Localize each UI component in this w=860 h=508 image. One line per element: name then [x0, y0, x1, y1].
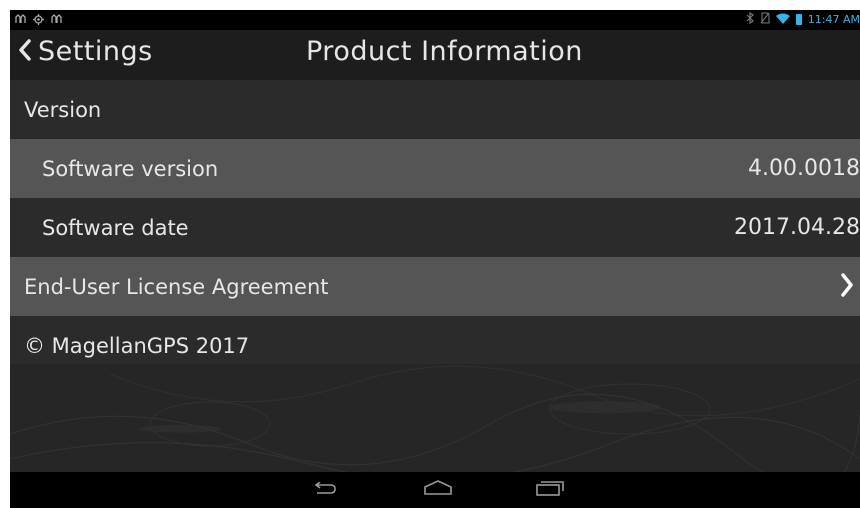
topographic-background: [10, 364, 860, 490]
battery-icon: [795, 14, 802, 25]
device-screen: 11:47 AM Settings Product Information Ve…: [10, 10, 860, 508]
software-date-value: 2017.04.28: [734, 215, 860, 240]
status-time: 11:47 AM: [807, 13, 860, 26]
nav-back-button[interactable]: [304, 478, 344, 502]
eula-row[interactable]: End-User License Agreement: [10, 257, 860, 316]
recents-icon: [535, 480, 565, 500]
version-section-label: Version: [24, 97, 102, 122]
copyright-text: © MagellanGPS 2017: [24, 333, 250, 358]
nav-home-button[interactable]: [418, 478, 458, 502]
android-nav-bar: [10, 472, 860, 508]
header-bar: Settings Product Information: [10, 30, 860, 80]
gps-notification-icon: [32, 13, 44, 25]
chevron-left-icon: [18, 38, 32, 65]
home-icon: [423, 480, 453, 500]
back-label: Settings: [38, 36, 153, 67]
back-button[interactable]: Settings: [18, 36, 153, 67]
no-sim-icon: [760, 12, 770, 27]
notification-icons: [14, 13, 62, 25]
magellan-notification-icon: [14, 13, 26, 25]
status-bar: 11:47 AM: [10, 10, 860, 30]
topographic-lines: [10, 365, 860, 490]
software-date-label: Software date: [42, 215, 189, 240]
version-section-header: Version: [10, 80, 860, 139]
software-date-row: Software date 2017.04.28: [10, 198, 860, 257]
software-version-value: 4.00.0018: [748, 156, 860, 181]
magellan-notification-icon-2: [50, 13, 62, 25]
bluetooth-icon: [746, 11, 754, 27]
eula-label: End-User License Agreement: [24, 274, 329, 299]
system-icons: 11:47 AM: [746, 11, 860, 27]
back-arrow-icon: [311, 480, 337, 500]
software-version-label: Software version: [42, 156, 219, 181]
wifi-icon: [775, 13, 790, 27]
nav-recents-button[interactable]: [530, 478, 570, 502]
page-title: Product Information: [306, 36, 583, 67]
chevron-right-icon: [840, 273, 854, 302]
software-version-row: Software version 4.00.0018: [10, 139, 860, 198]
